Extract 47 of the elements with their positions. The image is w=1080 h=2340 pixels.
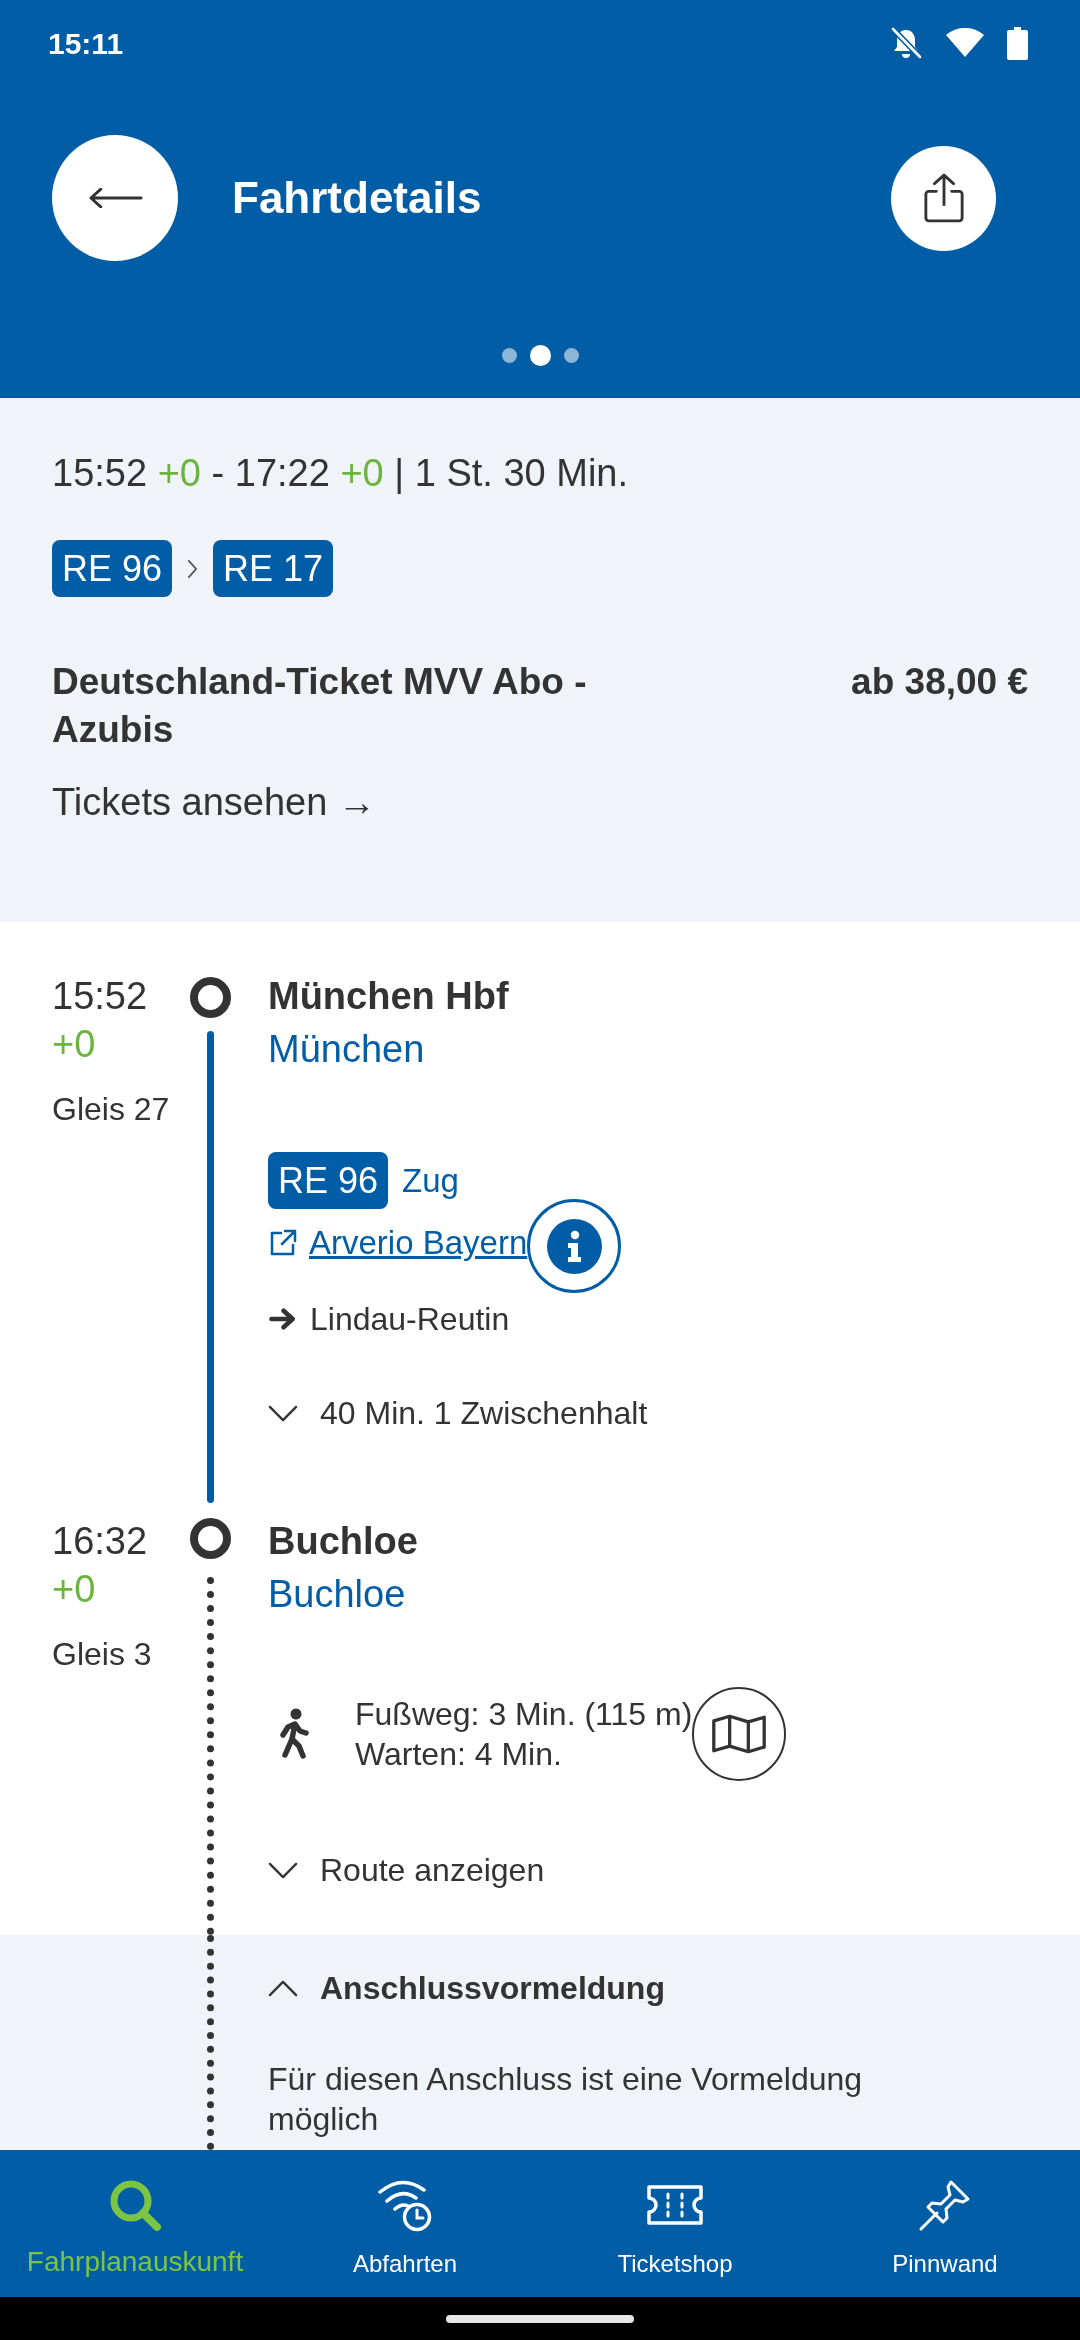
stop-circle-icon xyxy=(189,977,231,1018)
walk-info-text: Fußweg: 3 Min. (115 m) xyxy=(355,1695,693,1734)
arrow-left-icon xyxy=(87,188,143,208)
station-place-link[interactable]: München xyxy=(268,1025,425,1073)
ticket-icon xyxy=(646,2184,704,2226)
tickets-link[interactable]: Tickets ansehen → xyxy=(52,778,376,826)
notice-toggle[interactable]: Anschlussvormeldung xyxy=(268,1968,665,2008)
notice-text: Für diesen Anschluss ist eine Vormeldung möglich xyxy=(268,2060,864,2139)
line-badge: RE 17 xyxy=(213,540,334,597)
info-button[interactable] xyxy=(527,1199,622,1293)
trip-summary: 15:52 +0 - 17:22 +0 | 1 St. 30 Min. xyxy=(52,451,630,496)
wifi-icon xyxy=(945,28,985,58)
home-indicator[interactable] xyxy=(446,2314,634,2323)
stop-time: 16:32 xyxy=(52,1519,149,1564)
notifications-off-icon xyxy=(889,26,923,60)
stop-delay: +0 xyxy=(52,1022,97,1067)
screen-title: Fahrtdetails xyxy=(232,172,482,224)
ticket-price: ab 38,00 € xyxy=(851,660,1028,704)
nav-tab[interactable]: Ticketshop xyxy=(540,2150,810,2297)
external-link-icon xyxy=(268,1228,298,1258)
map-icon xyxy=(711,1713,768,1755)
share-icon xyxy=(922,172,965,224)
ticket-name: Deutschland-Ticket MVV Abo - Azubis xyxy=(52,660,588,752)
intermediate-stops-toggle[interactable]: 40 Min. 1 Zwischenhalt xyxy=(268,1393,648,1433)
map-button[interactable] xyxy=(692,1687,787,1781)
station-name: Buchloe xyxy=(268,1519,418,1564)
nav-tab[interactable]: Pinnwand xyxy=(810,2150,1080,2297)
station-name: München Hbf xyxy=(268,974,509,1019)
info-icon xyxy=(546,1218,602,1274)
stop-time: 15:52 xyxy=(52,974,149,1019)
station-place-link[interactable]: Buchloe xyxy=(268,1570,406,1618)
walk-info-text: Warten: 4 Min. xyxy=(355,1735,563,1774)
line-badge: RE 96 xyxy=(52,540,173,597)
chevron-right-icon xyxy=(187,558,199,579)
operator-link[interactable]: Arverio Bayern xyxy=(309,1223,528,1263)
direction-text: Lindau-Reutin xyxy=(310,1300,510,1339)
pedestrian-icon xyxy=(277,1708,311,1760)
nav-tab[interactable]: Abfahrten xyxy=(270,2150,540,2297)
transport-mode: Zug xyxy=(402,1160,459,1201)
platform-text: Gleis 27 xyxy=(52,1090,171,1129)
stop-circle-icon xyxy=(189,1518,231,1559)
route-toggle[interactable]: Route anzeigen xyxy=(268,1850,545,1890)
line-badge: RE 96 xyxy=(268,1152,389,1209)
battery-icon xyxy=(1007,26,1028,60)
status-time: 15:11 xyxy=(48,25,124,62)
stop-delay: +0 xyxy=(52,1567,97,1612)
platform-text: Gleis 3 xyxy=(52,1635,153,1674)
